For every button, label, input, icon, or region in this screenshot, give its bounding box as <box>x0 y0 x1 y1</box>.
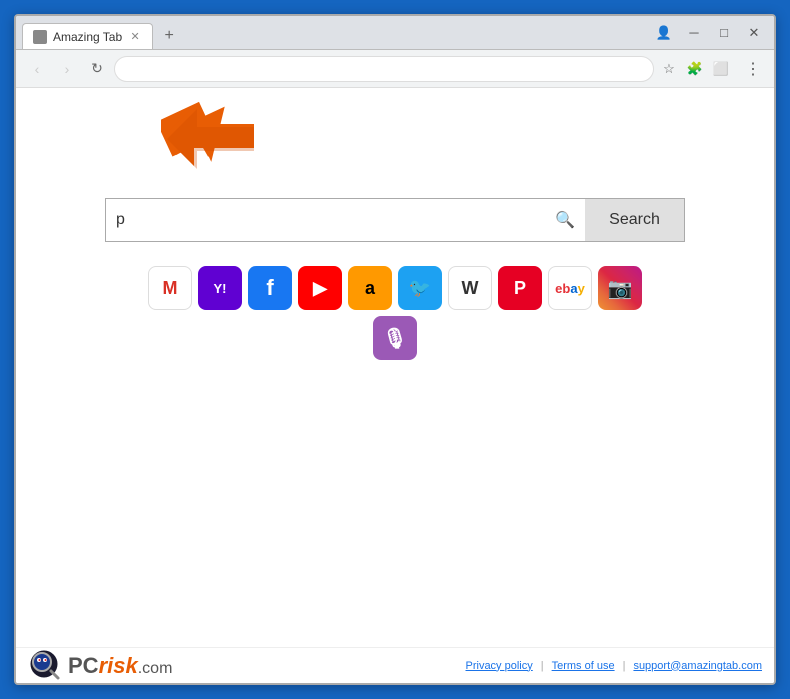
minimize-button[interactable]: ─ <box>680 19 708 47</box>
quick-link-youtube[interactable]: ▶ <box>298 266 342 310</box>
new-tab-button[interactable]: + <box>155 23 183 49</box>
footer-logo: PCrisk.com <box>28 648 172 684</box>
title-bar: Amazing Tab ✕ + 👤 ─ □ ✕ <box>16 16 774 50</box>
footer-logo-text: PCrisk.com <box>68 653 172 679</box>
logo-risk: risk <box>99 653 138 678</box>
terms-of-use-link[interactable]: Terms of use <box>552 660 615 672</box>
address-bar: ‹ › ↻ ☆ 🧩 ⬜ ⋮ <box>16 50 774 88</box>
support-email-link[interactable]: support@amazingtab.com <box>633 660 762 672</box>
browser-window: Amazing Tab ✕ + 👤 ─ □ ✕ ‹ › ↻ ☆ 🧩 ⬜ ⋮ <box>14 14 776 685</box>
search-input-wrapper[interactable]: 🔍 <box>105 198 585 242</box>
quick-link-pinterest[interactable]: P <box>498 266 542 310</box>
close-button[interactable]: ✕ <box>740 19 768 47</box>
search-input[interactable] <box>116 211 555 229</box>
logo-dotcom: .com <box>138 660 173 677</box>
profile-button[interactable]: 👤 <box>650 19 678 47</box>
pcrisk-logo-icon <box>28 648 64 684</box>
window-controls: 👤 ─ □ ✕ <box>650 16 774 49</box>
tab-favicon <box>33 30 47 44</box>
tab-title: Amazing Tab <box>53 30 122 44</box>
footer-links: Privacy policy | Terms of use | support@… <box>466 660 763 672</box>
page-footer: PCrisk.com Privacy policy | Terms of use… <box>16 647 774 683</box>
browser-menu-button[interactable]: ⋮ <box>740 56 766 82</box>
footer-sep-1: | <box>541 660 544 672</box>
quick-link-podcast[interactable]: 🎙 <box>373 316 417 360</box>
quick-link-amazon[interactable]: a <box>348 266 392 310</box>
cast-icon[interactable]: ⬜ <box>710 58 732 80</box>
quick-link-facebook[interactable]: f <box>248 266 292 310</box>
reload-button[interactable]: ↻ <box>84 56 110 82</box>
maximize-button[interactable]: □ <box>710 19 738 47</box>
forward-button[interactable]: › <box>54 56 80 82</box>
back-button[interactable]: ‹ <box>24 56 50 82</box>
quick-link-wikipedia[interactable]: W <box>448 266 492 310</box>
logo-pc: PC <box>68 653 99 678</box>
bookmark-icon[interactable]: ☆ <box>658 58 680 80</box>
address-bar-icons: ☆ 🧩 ⬜ <box>658 58 736 80</box>
quick-link-instagram[interactable]: 📷 <box>598 266 642 310</box>
quick-link-gmail[interactable]: M <box>148 266 192 310</box>
active-tab[interactable]: Amazing Tab ✕ <box>22 23 153 49</box>
search-area: 🔍 Search <box>105 198 685 242</box>
search-input-icon: 🔍 <box>555 210 575 230</box>
page-content: 🔍 Search M Y! f ▶ a 🐦 W P ebay 📷 🎙 <box>16 88 774 683</box>
quick-link-twitter[interactable]: 🐦 <box>398 266 442 310</box>
quick-links: M Y! f ▶ a 🐦 W P ebay 📷 🎙 <box>135 266 655 360</box>
arrow-pointer <box>164 106 254 191</box>
tab-area: Amazing Tab ✕ + <box>16 16 650 49</box>
extensions-icon[interactable]: 🧩 <box>684 58 706 80</box>
search-button[interactable]: Search <box>585 198 685 242</box>
url-box[interactable] <box>114 56 654 82</box>
footer-sep-2: | <box>623 660 626 672</box>
quick-link-yahoo[interactable]: Y! <box>198 266 242 310</box>
privacy-policy-link[interactable]: Privacy policy <box>466 660 533 672</box>
tab-close-button[interactable]: ✕ <box>128 30 142 44</box>
quick-link-ebay[interactable]: ebay <box>548 266 592 310</box>
